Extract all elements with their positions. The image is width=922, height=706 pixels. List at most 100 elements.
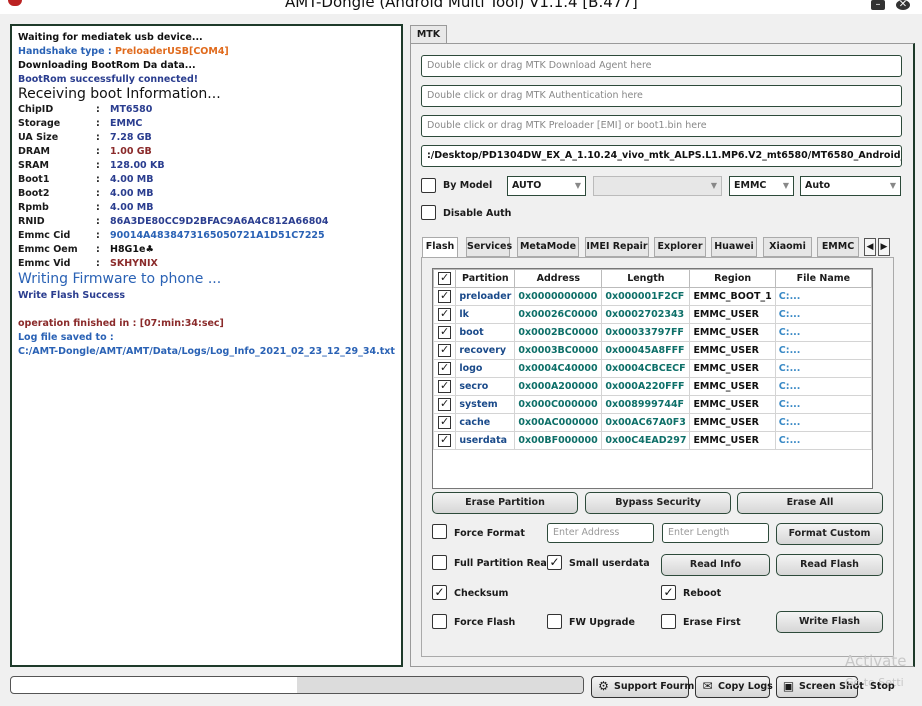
- tab-imei-repair[interactable]: IMEI Repair: [585, 237, 649, 257]
- file-name-cell: C:...: [774, 377, 873, 396]
- force-format-checkbox[interactable]: [432, 524, 447, 539]
- close-icon[interactable]: ✕: [896, 0, 910, 10]
- download-agent-field[interactable]: Double click or drag MTK Download Agent …: [421, 55, 902, 77]
- preloader-field[interactable]: Double click or drag MTK Preloader [EMI]…: [421, 115, 902, 137]
- region-cell: EMMC_USER: [689, 305, 776, 324]
- row-checkbox[interactable]: ✓: [438, 344, 452, 357]
- reboot-checkbox[interactable]: ✓: [661, 585, 676, 600]
- row-select-cell[interactable]: ✓: [432, 359, 457, 378]
- fw-upgrade-checkbox[interactable]: [547, 614, 562, 629]
- row-checkbox[interactable]: ✓: [438, 416, 452, 429]
- force-flash-checkbox[interactable]: [432, 614, 447, 629]
- address-cell: 0x0000000000: [514, 287, 603, 306]
- row-checkbox[interactable]: ✓: [438, 434, 452, 447]
- storage-select[interactable]: EMMC ▼: [729, 176, 794, 196]
- read-flash-button[interactable]: Read Flash: [776, 554, 883, 576]
- tab-xiaomi[interactable]: Xiaomi: [763, 237, 812, 257]
- select-all-checkbox[interactable]: ✓: [438, 272, 452, 285]
- erase-all-button[interactable]: Erase All: [737, 492, 883, 514]
- full-partition-read-label: Full Partition Read: [454, 558, 554, 569]
- table-row[interactable]: ✓ lk 0x00026C0000 0x0002702343 EMMC_USER C:..…: [432, 305, 873, 324]
- read-info-button[interactable]: Read Info: [661, 554, 770, 576]
- info-value: EMMC: [110, 118, 143, 129]
- row-select-cell[interactable]: ✓: [432, 413, 457, 432]
- format-custom-button[interactable]: Format Custom: [776, 523, 883, 545]
- partition-name-cell: cache: [455, 413, 516, 432]
- address-cell: 0x000A200000: [514, 377, 603, 396]
- address-cell: 0x00AC000000: [514, 413, 603, 432]
- table-row[interactable]: ✓ preloader 0x0000000000 0x000001F2CF EMMC_B…: [432, 287, 873, 306]
- row-select-cell[interactable]: ✓: [432, 431, 457, 450]
- info-separator: :: [96, 132, 100, 143]
- address-cell: 0x0002BC0000: [514, 323, 603, 342]
- model-variant-select[interactable]: ▼: [593, 176, 722, 196]
- tab-mtk[interactable]: MTK: [410, 25, 447, 44]
- row-checkbox[interactable]: ✓: [438, 290, 452, 303]
- row-select-cell[interactable]: ✓: [432, 287, 457, 306]
- row-checkbox[interactable]: ✓: [438, 380, 452, 393]
- write-flash-button[interactable]: Write Flash: [776, 611, 883, 633]
- length-cell: 0x00C4EAD297: [601, 431, 691, 450]
- info-label: Storage: [18, 118, 61, 129]
- row-select-cell[interactable]: ✓: [432, 395, 457, 414]
- authentication-field[interactable]: Double click or drag MTK Authentication …: [421, 85, 902, 107]
- screenshot-icon: ▣: [782, 679, 795, 693]
- table-row[interactable]: ✓ cache 0x00AC000000 0x00AC67A0F3 EMMC_USER C…: [432, 413, 873, 432]
- copy-logs-button[interactable]: ✉ Copy Logs: [695, 676, 773, 698]
- log-saved-label: Log file saved to :: [18, 332, 114, 343]
- tab-explorer[interactable]: Explorer: [654, 237, 706, 257]
- select-all-header[interactable]: ✓: [432, 269, 457, 288]
- table-row[interactable]: ✓ secro 0x000A200000 0x000A220FFF EMMC_USER C…: [432, 377, 873, 396]
- partition-table: ✓ Partition Address Length Region File N…: [432, 268, 873, 489]
- region-cell: EMMC_USER: [689, 431, 776, 450]
- log-line: Receiving boot Information...: [18, 86, 221, 102]
- tab-scroll-left-icon[interactable]: ◀: [864, 238, 876, 256]
- tab-metamode[interactable]: MetaMode: [517, 237, 579, 257]
- table-row[interactable]: ✓ recovery 0x0003BC0000 0x00045A8FFF EMMC_US…: [432, 341, 873, 360]
- region-cell: EMMC_USER: [689, 341, 776, 360]
- tab-services[interactable]: Services: [466, 237, 512, 257]
- tab-emmc[interactable]: EMMC: [817, 237, 859, 257]
- row-select-cell[interactable]: ✓: [432, 341, 457, 360]
- scatter-file-field[interactable]: :/Desktop/PD1304DW_EX_A_1.10.24_vivo_mtk…: [421, 145, 902, 167]
- by-model-checkbox[interactable]: [421, 178, 436, 193]
- row-checkbox[interactable]: ✓: [438, 326, 452, 339]
- erase-partition-button[interactable]: Erase Partition: [432, 492, 578, 514]
- row-checkbox[interactable]: ✓: [438, 308, 452, 321]
- row-select-cell[interactable]: ✓: [432, 377, 457, 396]
- row-select-cell[interactable]: ✓: [432, 323, 457, 342]
- by-model-label: By Model: [443, 180, 493, 191]
- support-forum-button[interactable]: ⚙ Support Fourm: [591, 676, 694, 698]
- disable-auth-checkbox[interactable]: [421, 205, 436, 220]
- mode-select[interactable]: Auto ▼: [800, 176, 901, 196]
- info-label: Rpmb: [18, 202, 49, 213]
- table-row[interactable]: ✓ system 0x000C000000 0x008999744F EMMC_USER…: [432, 395, 873, 414]
- row-select-cell[interactable]: ✓: [432, 305, 457, 324]
- log-line-text: BootRom successfully connected!: [18, 74, 199, 85]
- chevron-down-icon: ▼: [574, 181, 581, 190]
- full-partition-read-checkbox[interactable]: [432, 555, 447, 570]
- region-cell: EMMC_USER: [689, 323, 776, 342]
- stop-button[interactable]: Stop: [870, 676, 895, 698]
- disable-auth-label: Disable Auth: [443, 208, 512, 219]
- row-checkbox[interactable]: ✓: [438, 398, 452, 411]
- table-row[interactable]: ✓ userdata 0x00BF000000 0x00C4EAD297 EMMC_US…: [432, 431, 873, 450]
- tab-flash[interactable]: Flash: [422, 237, 458, 258]
- tab-scroll-right-icon[interactable]: ▶: [878, 238, 890, 256]
- small-userdata-checkbox[interactable]: ✓: [547, 555, 562, 570]
- checksum-checkbox[interactable]: ✓: [432, 585, 447, 600]
- row-checkbox[interactable]: ✓: [438, 362, 452, 375]
- bypass-security-button[interactable]: Bypass Security: [585, 492, 731, 514]
- length-input[interactable]: Enter Length: [662, 523, 769, 543]
- force-flash-label: Force Flash: [454, 617, 516, 628]
- table-row[interactable]: ✓ boot 0x0002BC0000 0x00033797FF EMMC_USER C:…: [432, 323, 873, 342]
- table-row[interactable]: ✓ logo 0x0004C40000 0x0004CBCECF EMMC_USER C:…: [432, 359, 873, 378]
- address-input[interactable]: Enter Address: [547, 523, 654, 543]
- model-select[interactable]: AUTO ▼: [507, 176, 586, 196]
- app-logo-icon: [8, 0, 22, 6]
- tab-huawei[interactable]: Huawei: [711, 237, 757, 257]
- erase-first-checkbox[interactable]: [661, 614, 676, 629]
- partition-name-cell: preloader: [455, 287, 516, 306]
- info-value: 1.00 GB: [110, 146, 152, 157]
- minimize-icon[interactable]: –: [871, 0, 885, 10]
